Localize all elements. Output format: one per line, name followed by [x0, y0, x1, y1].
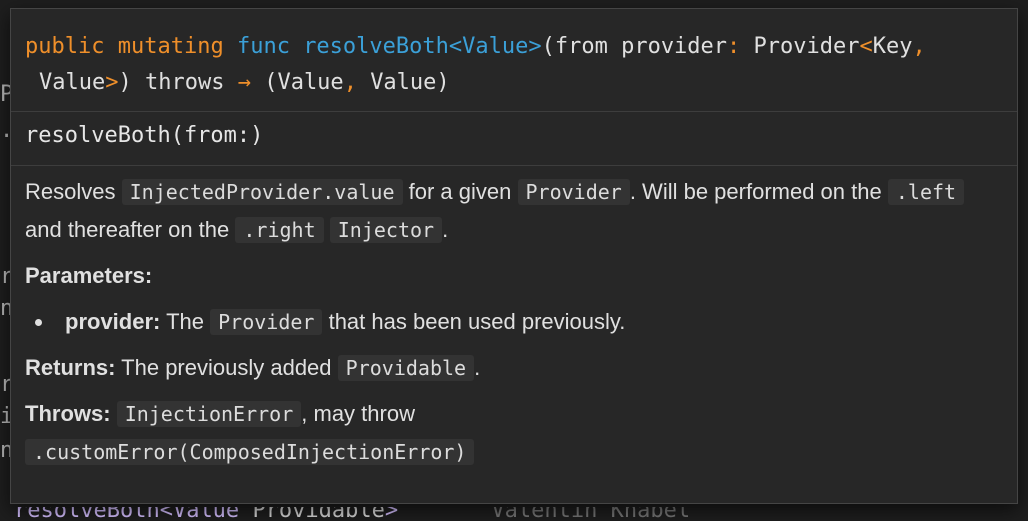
arrow: → — [237, 70, 251, 95]
description: Resolves InjectedProvider.value for a gi… — [25, 173, 1005, 249]
value-type: Value — [39, 70, 106, 95]
desc-text: . Will be performed on the — [629, 179, 882, 204]
generic-param: <Value> — [448, 34, 542, 59]
throws-text: , may throw — [301, 401, 415, 426]
code-span: InjectionError — [116, 401, 302, 427]
code-span: Injector — [329, 217, 443, 243]
desc-text: and thereafter on the — [25, 217, 230, 242]
colon: : — [727, 34, 741, 59]
documentation-body: Resolves InjectedProvider.value for a gi… — [25, 173, 1005, 471]
bg-type: Providable — [252, 507, 385, 521]
bg-generic: <Value — [159, 507, 240, 521]
return-open: (Value — [264, 70, 344, 95]
code-span: .left — [887, 179, 965, 205]
code-span: InjectedProvider.value — [121, 179, 403, 205]
bg-fn-name: resolveBoth — [14, 507, 160, 521]
keyword-public: public — [25, 34, 105, 59]
param-name: provider: — [65, 309, 161, 334]
throws-section: Throws: InjectionError, may throw .custo… — [25, 395, 1005, 471]
param-text: that has been used previously. — [328, 309, 626, 334]
bg-tail: > — [384, 507, 399, 521]
key-type: Key — [872, 34, 913, 59]
function-name: resolveBoth — [303, 34, 449, 59]
desc-text: Resolves — [25, 179, 116, 204]
keyword-func: func — [236, 34, 290, 59]
returns-end: . — [474, 355, 481, 380]
code-span: Providable — [337, 355, 475, 381]
returns-text: The previously added — [121, 355, 332, 380]
param-type: Provider — [753, 34, 860, 59]
param-text: The — [166, 309, 204, 334]
code-span: .right — [235, 217, 324, 243]
desc-text: for a given — [408, 179, 512, 204]
return-close: Value) — [370, 70, 450, 95]
code-span: Provider — [210, 309, 323, 335]
code-span: .customError(ComposedInjectionError) — [25, 439, 475, 465]
quick-help-popup: public mutating func resolveBoth<Value>(… — [10, 8, 1018, 504]
code-span: Provider — [517, 179, 630, 205]
parameters-heading: Parameters: — [25, 263, 153, 288]
throws-label: Throws: — [25, 401, 111, 426]
divider — [11, 165, 1017, 166]
lt: < — [859, 34, 873, 59]
gt: > — [105, 70, 119, 95]
divider — [11, 111, 1017, 112]
returns-section: Returns: The previously added Providable… — [25, 349, 1005, 387]
params-open: (from provider — [541, 34, 728, 59]
keyword-mutating: mutating — [117, 34, 224, 59]
list-item: provider: The Provider that has been use… — [25, 303, 1005, 341]
comma: , — [343, 70, 357, 95]
parameter-list: provider: The Provider that has been use… — [25, 303, 1005, 341]
comma: , — [912, 34, 926, 59]
bullet — [35, 319, 42, 326]
editor-line-behind: resolveBoth<Value Providable> Valentin K… — [0, 507, 1028, 521]
desc-text: . — [442, 217, 449, 242]
close-throws: ) throws — [118, 70, 225, 95]
symbol-title: resolveBoth(from:) — [25, 123, 264, 148]
returns-label: Returns: — [25, 355, 116, 380]
bg-fade-text: Valentin Knabel — [491, 507, 691, 521]
declaration-signature: public mutating func resolveBoth<Value>(… — [25, 29, 1015, 101]
